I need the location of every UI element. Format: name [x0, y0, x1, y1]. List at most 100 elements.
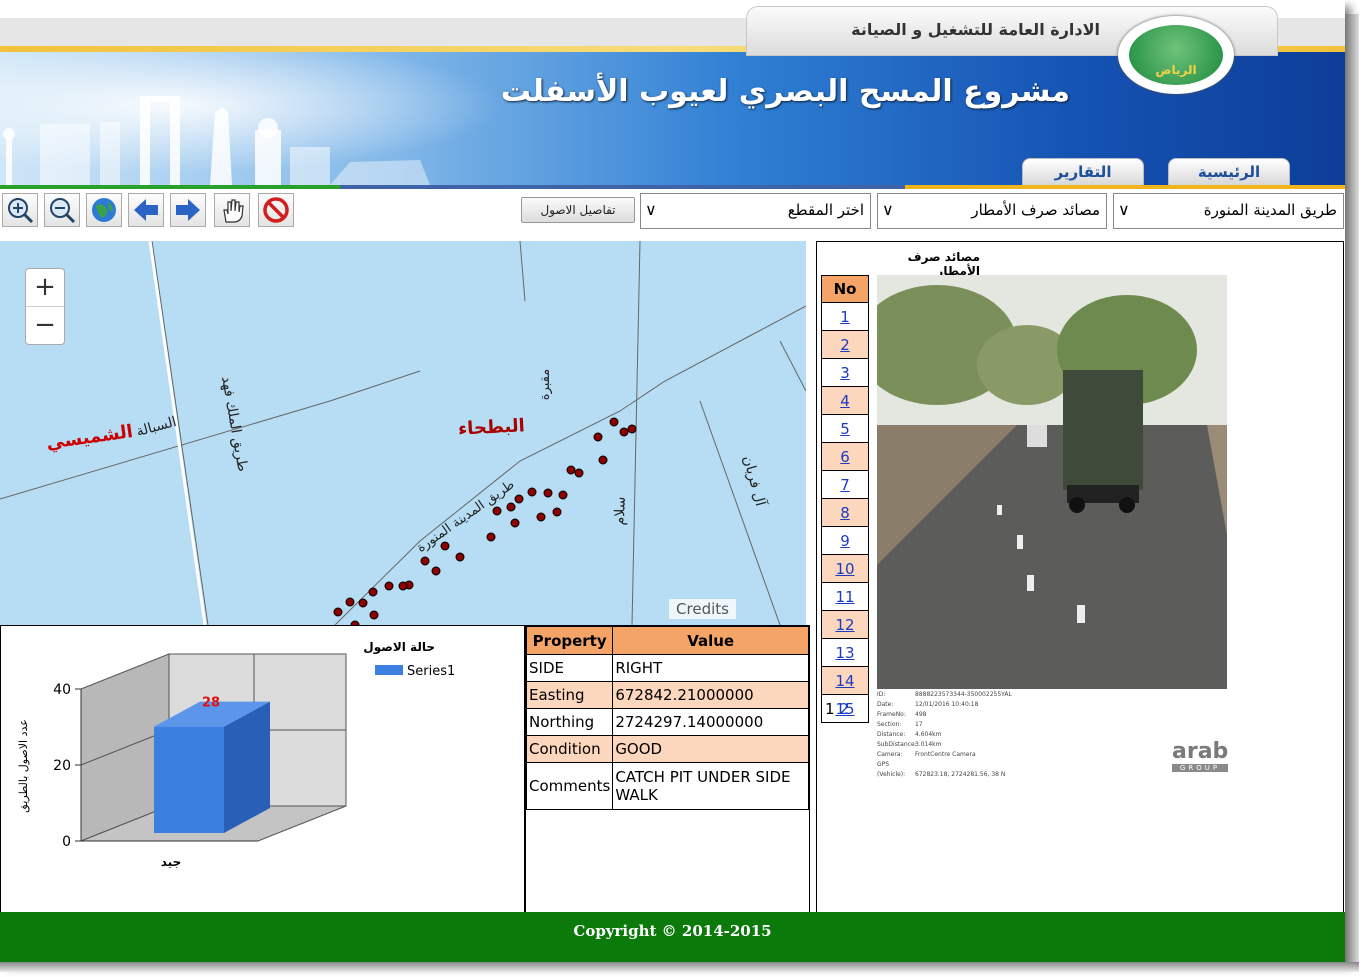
asset-number-link[interactable]: 8 — [840, 504, 850, 522]
footer: Copyright © 2014-2015 — [0, 912, 1345, 962]
zoom-in-button[interactable] — [2, 193, 38, 227]
list-item: 4 — [821, 386, 869, 415]
logo-emblem-icon: الرياض — [1129, 25, 1223, 85]
asset-point[interactable] — [609, 417, 619, 427]
map-label-murabba: مقبرة — [538, 368, 554, 401]
metadata-row: ID: 8888223573344-350002255YAL — [877, 690, 1012, 700]
asset-point[interactable] — [552, 507, 562, 517]
map-view[interactable]: الشميسي السبالة البطحاء طريق الملك فهد ط… — [0, 241, 806, 625]
asset-point[interactable] — [369, 610, 379, 620]
tab-reports[interactable]: التقارير — [1022, 158, 1144, 186]
asset-point[interactable] — [627, 424, 637, 434]
properties-table: Property Value SIDE RIGHT Easting 672842.2… — [525, 626, 809, 810]
asset-point[interactable] — [598, 455, 608, 465]
arab-group-logo: arab GROUP — [1172, 740, 1228, 776]
asset-number-cell: 6 — [821, 442, 869, 471]
zoom-out-button[interactable] — [44, 193, 80, 227]
asset-point[interactable] — [368, 587, 378, 597]
asset-number-cell: 4 — [821, 386, 869, 415]
riyadh-logo: الرياض — [1118, 16, 1234, 94]
asset-number-link[interactable]: 9 — [840, 532, 850, 550]
pager-next-link[interactable]: 2 — [839, 700, 849, 718]
chevron-down-icon: ∨ — [1118, 200, 1130, 219]
list-item: 12 — [821, 610, 869, 639]
zoom-out-icon — [50, 198, 76, 224]
section-select[interactable]: اختر المقطع ∨ — [640, 193, 871, 229]
asset-point[interactable] — [420, 556, 430, 566]
y-tick-label: 0 — [62, 834, 71, 850]
list-item: 5 — [821, 414, 869, 443]
full-extent-button[interactable] — [86, 193, 122, 227]
asset-point[interactable] — [358, 598, 368, 608]
list-item: 8 — [821, 498, 869, 527]
asset-number-link[interactable]: 11 — [835, 588, 854, 606]
list-item: 14 — [821, 666, 869, 695]
asset-point[interactable] — [333, 607, 343, 617]
asset-point[interactable] — [455, 552, 465, 562]
asset-point[interactable] — [510, 518, 520, 528]
asset-type-select[interactable]: مصائد صرف الأمطار ∨ — [877, 193, 1107, 229]
asset-number-link[interactable]: 1 — [840, 308, 850, 326]
asset-point[interactable] — [536, 512, 546, 522]
y-tick-label: 40 — [53, 682, 71, 698]
properties-header-property: Property — [525, 626, 614, 655]
asset-point[interactable] — [543, 488, 553, 498]
asset-point[interactable] — [558, 490, 568, 500]
property-value: RIGHT — [612, 654, 809, 682]
tab-home[interactable]: الرئيسية — [1168, 158, 1290, 186]
road-photo-icon — [877, 275, 1227, 689]
legend-label: Series1 — [407, 664, 455, 679]
asset-photo — [877, 275, 1227, 689]
asset-number-link[interactable]: 10 — [835, 560, 854, 578]
section-select-value: اختر المقطع — [787, 201, 864, 219]
pager: 1 2 — [825, 700, 849, 718]
project-title: مشروع المسح البصري لعيوب الأسفلت — [500, 74, 1070, 109]
previous-extent-button[interactable] — [128, 193, 164, 227]
asset-point[interactable] — [440, 541, 450, 551]
asset-number-link[interactable]: 13 — [835, 644, 854, 662]
department-title: الادارة العامة للتشغيل و الصيانة — [851, 20, 1100, 39]
metadata-value: 8888223573344-350002255YAL — [915, 691, 1012, 698]
clear-icon — [263, 197, 289, 223]
asset-number-link[interactable]: 7 — [840, 476, 850, 494]
asset-point[interactable] — [566, 465, 576, 475]
asset-number-link[interactable]: 3 — [840, 364, 850, 382]
asset-point[interactable] — [492, 506, 502, 516]
map-zoom-in-button[interactable]: + — [26, 269, 64, 307]
asset-number-link[interactable]: 14 — [835, 672, 854, 690]
asset-point[interactable] — [398, 581, 408, 591]
metadata-value: 672823.18, 2724281.56, 38 N — [915, 771, 1006, 778]
asset-point[interactable] — [574, 468, 584, 478]
asset-point[interactable] — [619, 427, 629, 437]
asset-number-cell: 13 — [821, 638, 869, 667]
asset-number-link[interactable]: 4 — [840, 392, 850, 410]
property-name: Comments — [525, 762, 614, 810]
property-name: Condition — [525, 735, 614, 763]
asset-list-title: مصائد صرف الأمطار — [907, 250, 980, 278]
metadata-row: GPS (Vehicle): 672823.18, 2724281.56, 38 … — [877, 760, 1012, 780]
road-select[interactable]: طريق المدينة المنورة ∨ — [1113, 193, 1344, 229]
pan-button[interactable] — [214, 193, 250, 227]
asset-point[interactable] — [506, 502, 516, 512]
road-select-value: طريق المدينة المنورة — [1203, 201, 1337, 219]
asset-point[interactable] — [486, 532, 496, 542]
asset-details-button[interactable]: تفاصيل الاصول — [521, 197, 635, 223]
map-credits[interactable]: Credits — [669, 599, 736, 619]
map-zoom-out-button[interactable]: − — [26, 307, 64, 344]
asset-point[interactable] — [345, 597, 355, 607]
asset-number-cell: 8 — [821, 498, 869, 527]
asset-number-link[interactable]: 6 — [840, 448, 850, 466]
asset-point[interactable] — [431, 566, 441, 576]
clear-button[interactable] — [258, 193, 294, 227]
next-extent-button[interactable] — [170, 193, 206, 227]
table-row: Northing 2724297.14000000 — [525, 708, 809, 736]
asset-number-link[interactable]: 2 — [840, 336, 850, 354]
table-row: SIDE RIGHT — [525, 654, 809, 682]
asset-point[interactable] — [593, 432, 603, 442]
asset-number-link[interactable]: 12 — [835, 616, 854, 634]
asset-point[interactable] — [514, 494, 524, 504]
asset-point[interactable] — [527, 487, 537, 497]
asset-number-link[interactable]: 5 — [840, 420, 850, 438]
asset-point[interactable] — [384, 581, 394, 591]
globe-icon — [92, 198, 116, 222]
